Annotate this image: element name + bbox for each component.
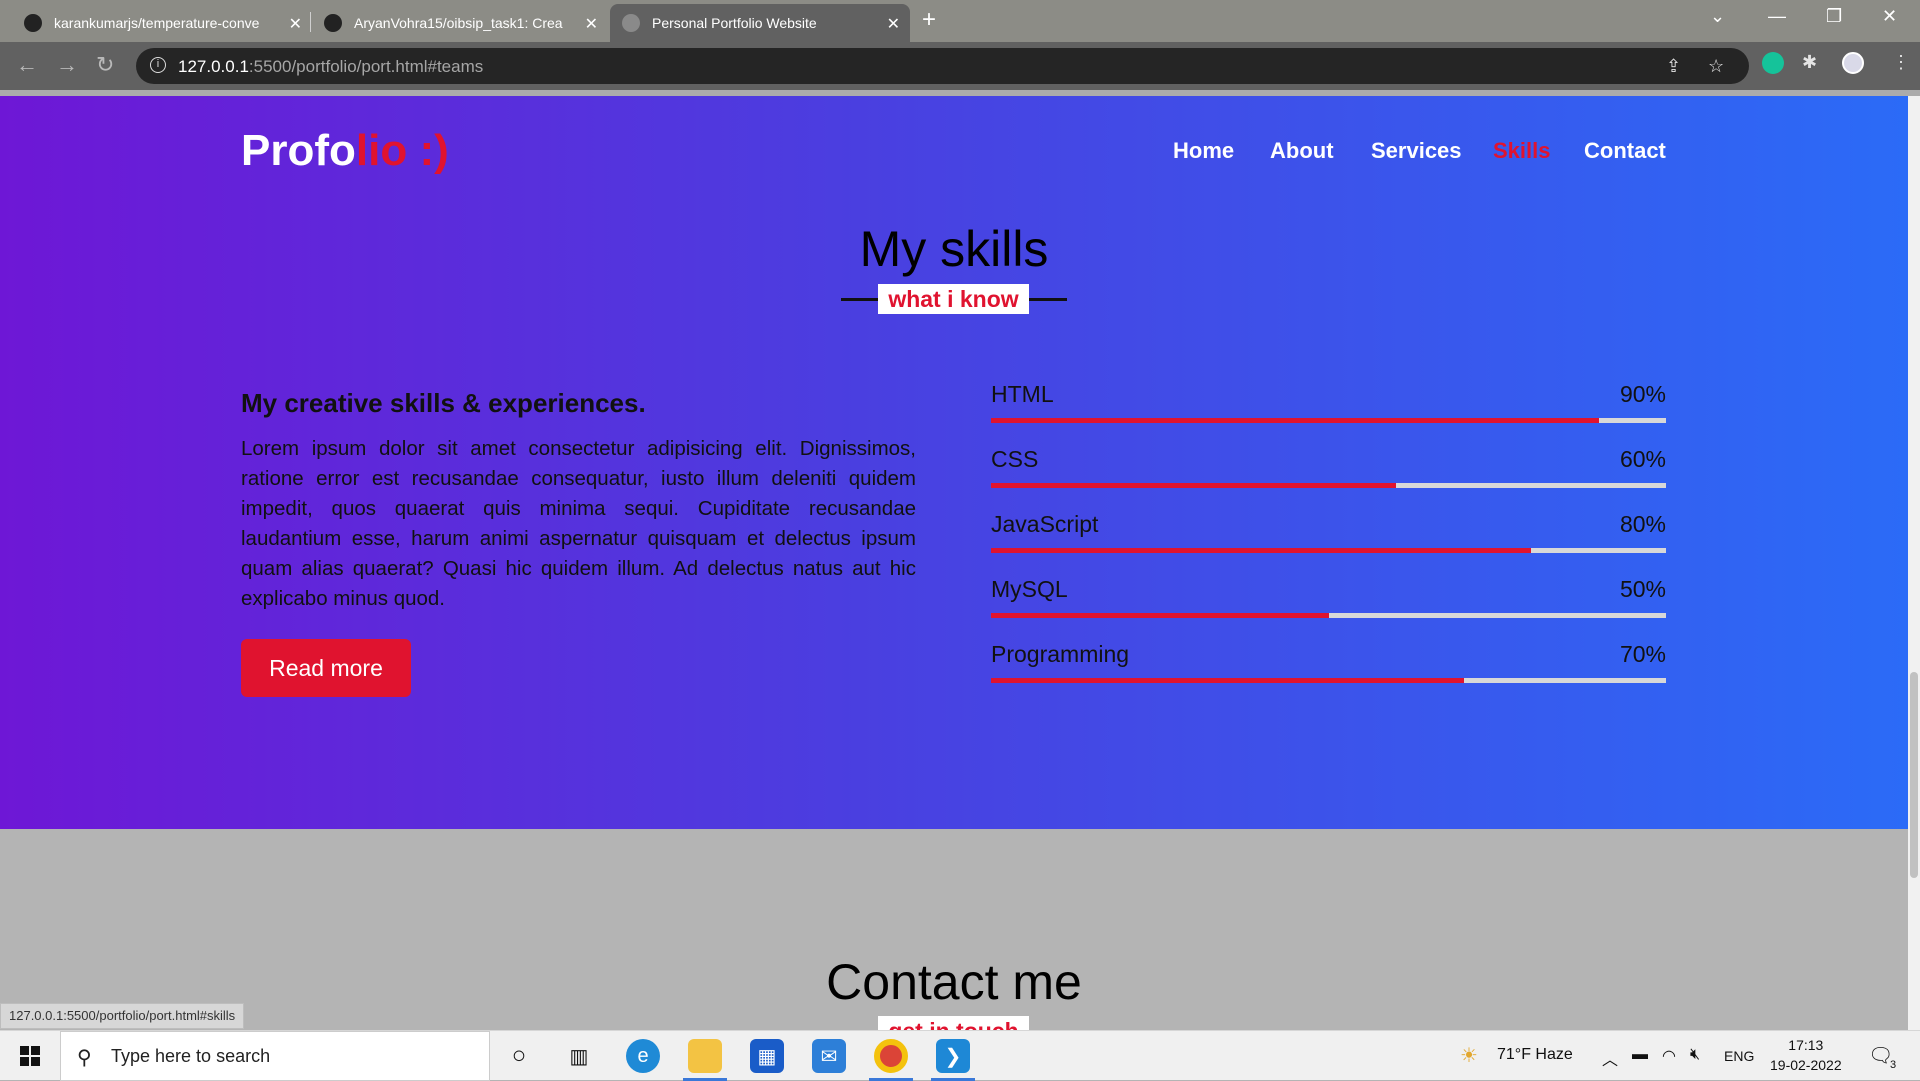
- nav-home[interactable]: Home: [1173, 138, 1234, 164]
- skill-percent: 70%: [1619, 641, 1666, 667]
- volume-muted-icon[interactable]: 🔇︎: [1690, 1046, 1700, 1064]
- grammarly-extension-icon[interactable]: [1762, 52, 1784, 74]
- battery-icon[interactable]: ▬: [1632, 1046, 1648, 1064]
- skill-progress-fill: [991, 548, 1531, 553]
- skill-percent: 80%: [1619, 511, 1666, 537]
- chrome-icon[interactable]: [874, 1039, 908, 1073]
- tab-divider: [310, 12, 311, 32]
- vscode-icon[interactable]: ❯: [936, 1039, 970, 1073]
- file-explorer-icon[interactable]: [688, 1039, 722, 1073]
- skills-heading: My creative skills & experiences.: [241, 388, 646, 418]
- link-status-bar: 127.0.0.1:5500/portfolio/port.html#skill…: [0, 1003, 245, 1029]
- tray-chevron-up-icon[interactable]: ︿: [1602, 1046, 1618, 1070]
- minimize-icon[interactable]: —: [1768, 6, 1786, 27]
- skill-name: MySQL: [991, 576, 1068, 602]
- weather-text[interactable]: 71°F Haze: [1497, 1046, 1573, 1064]
- subtitle-line-left: [841, 298, 879, 301]
- section-title: My skills: [859, 221, 1049, 277]
- browser-tab-active[interactable]: Personal Portfolio Website ✕: [610, 4, 910, 42]
- task-view-icon[interactable]: ▥: [562, 1039, 596, 1073]
- skill-progress-track: [991, 678, 1666, 683]
- subtitle-line-right: [1029, 298, 1067, 301]
- menu-kebab-icon[interactable]: ⋮: [1892, 52, 1910, 73]
- skill-progress-track: [991, 418, 1666, 423]
- skill-progress-track: [991, 613, 1666, 618]
- globe-icon: [622, 14, 640, 32]
- language-indicator[interactable]: ENG: [1724, 1048, 1754, 1064]
- profile-avatar[interactable]: [1842, 52, 1864, 74]
- skills-paragraph: Lorem ipsum dolor sit amet consectetur a…: [241, 437, 916, 610]
- tab-search-chevron-icon[interactable]: ⌄: [1710, 6, 1725, 27]
- back-arrow-icon[interactable]: ←: [16, 52, 38, 78]
- windows-taskbar: ⚲ Type here to search ○ ▥ e ▦ ✉ ❯ ☀ 71°F…: [0, 1030, 1920, 1081]
- weather-sun-icon[interactable]: ☀: [1460, 1043, 1478, 1068]
- section-subtitle: what i know: [878, 284, 1029, 314]
- close-tab-icon[interactable]: ✕: [585, 14, 598, 34]
- contact-subtitle: get in touch: [878, 1016, 1029, 1030]
- scrollbar-thumb[interactable]: [1910, 672, 1918, 878]
- skill-name: JavaScript: [991, 511, 1099, 537]
- bookmark-star-icon[interactable]: ☆: [1708, 56, 1724, 77]
- github-icon: [324, 14, 342, 32]
- browser-toolbar: ← → ↻ i 127.0.0.1:5500/portfolio/port.ht…: [0, 42, 1920, 90]
- nav-about[interactable]: About: [1270, 138, 1334, 164]
- skill-progress-fill: [991, 483, 1396, 488]
- close-window-icon[interactable]: ✕: [1882, 6, 1897, 27]
- browser-tab-bar: karankumarjs/temperature-conve ✕ AryanVo…: [0, 0, 1920, 42]
- windows-start-icon[interactable]: [20, 1046, 40, 1066]
- url-text: 127.0.0.1:5500/portfolio/port.html#teams: [178, 57, 484, 76]
- taskbar-search-box[interactable]: ⚲ Type here to search: [60, 1031, 490, 1081]
- address-bar[interactable]: i 127.0.0.1:5500/portfolio/port.html#tea…: [136, 48, 1749, 84]
- skill-percent: 60%: [1619, 446, 1666, 472]
- cortana-circle-icon[interactable]: ○: [502, 1039, 536, 1073]
- nav-services[interactable]: Services: [1371, 138, 1462, 164]
- skill-progress-track: [991, 483, 1666, 488]
- share-icon[interactable]: ⇪: [1666, 56, 1681, 77]
- wifi-icon[interactable]: ◠: [1662, 1046, 1676, 1066]
- skill-name: HTML: [991, 381, 1054, 407]
- site-logo[interactable]: Profolio :): [241, 126, 449, 176]
- skill-percent: 90%: [1619, 381, 1666, 407]
- scrollbar-track[interactable]: [1908, 96, 1920, 1030]
- edge-icon[interactable]: e: [626, 1039, 660, 1073]
- nav-skills[interactable]: Skills: [1493, 138, 1550, 164]
- info-icon[interactable]: i: [150, 57, 166, 73]
- new-tab-plus-icon[interactable]: +: [922, 6, 936, 34]
- skill-progress-fill: [991, 418, 1599, 423]
- search-icon: ⚲: [77, 1047, 92, 1069]
- skill-name: Programming: [991, 641, 1130, 667]
- restore-icon[interactable]: ❐: [1826, 6, 1842, 27]
- skill-progress-track: [991, 548, 1666, 553]
- contact-title: Contact me: [826, 954, 1082, 1010]
- skill-progress-fill: [991, 613, 1329, 618]
- close-tab-icon[interactable]: ✕: [887, 14, 900, 34]
- nav-contact[interactable]: Contact: [1584, 138, 1666, 164]
- browser-tab[interactable]: karankumarjs/temperature-conve ✕: [12, 4, 312, 42]
- forward-arrow-icon[interactable]: →: [56, 52, 78, 78]
- mail-icon[interactable]: ✉: [812, 1039, 846, 1073]
- skill-percent: 50%: [1619, 576, 1666, 602]
- close-tab-icon[interactable]: ✕: [289, 14, 302, 34]
- github-icon: [24, 14, 42, 32]
- browser-tab[interactable]: AryanVohra15/oibsip_task1: Crea ✕: [312, 4, 608, 42]
- microsoft-store-icon[interactable]: ▦: [750, 1039, 784, 1073]
- read-more-button[interactable]: Read more: [241, 639, 411, 697]
- taskbar-clock[interactable]: 17:13 19-02-2022: [1770, 1035, 1842, 1075]
- extensions-puzzle-icon[interactable]: ✱: [1802, 52, 1817, 73]
- reload-icon[interactable]: ↻: [96, 52, 114, 78]
- skill-progress-fill: [991, 678, 1464, 683]
- notification-count: 3: [1890, 1059, 1897, 1071]
- skill-name: CSS: [991, 446, 1039, 472]
